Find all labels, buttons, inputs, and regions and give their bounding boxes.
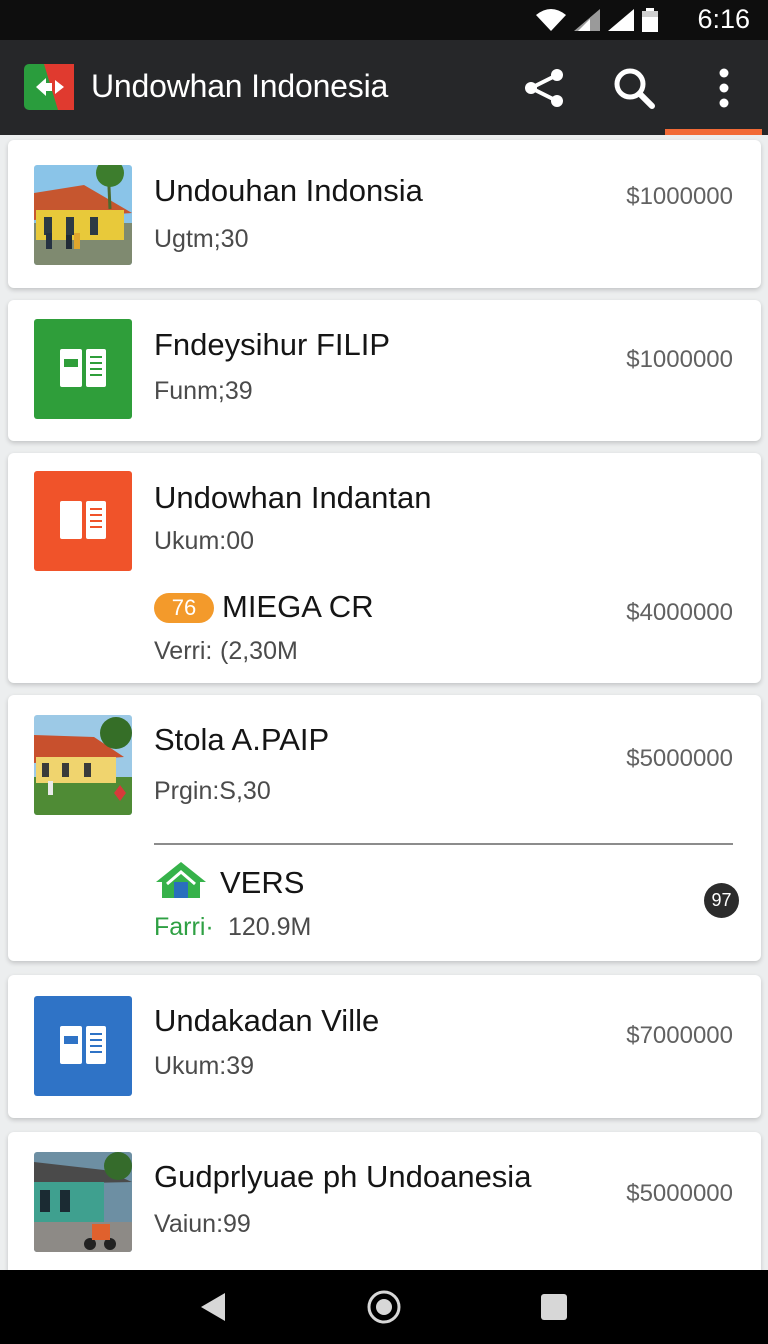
list-item[interactable]: Undowhan Indantan Ukum:00 76 MIEGA CR Ve… <box>8 453 761 683</box>
sub-item-value: (2,30M <box>220 637 298 665</box>
status-time: 6:16 <box>697 4 750 34</box>
sub-item-label: Farri· <box>154 913 214 941</box>
item-title: Undowhan Indantan <box>154 480 432 515</box>
item-subtitle: Ukum:00 <box>154 527 255 555</box>
item-thumbnail <box>34 715 132 815</box>
item-price: $5000000 <box>626 1180 733 1207</box>
home-icon <box>367 1290 401 1324</box>
recents-icon <box>541 1294 567 1320</box>
overflow-menu-button[interactable] <box>698 62 750 114</box>
back-button[interactable] <box>194 1289 230 1325</box>
list-item[interactable]: Fndeysihur FILIP Funm;39 $​1000000 <box>8 300 761 441</box>
overflow-menu-icon <box>719 68 729 108</box>
back-icon <box>201 1293 225 1321</box>
sub-item-label: Verri: <box>154 637 213 665</box>
list-item[interactable]: Undouhan Indonsia Ugtm;30 $​1000000 <box>8 140 761 288</box>
status-icons <box>536 8 658 32</box>
navigation-bar <box>0 1270 768 1344</box>
divider <box>154 843 733 845</box>
home-green-icon <box>156 862 206 898</box>
orange-document-icon <box>34 471 132 571</box>
signal-icon <box>608 9 634 31</box>
item-title: Stola A.PAIP <box>154 722 330 757</box>
item-subtitle: Funm;39 <box>154 377 253 405</box>
sub-item-value: 120.9M <box>228 913 312 941</box>
item-subtitle: Ugtm;30 <box>154 225 249 253</box>
status-bar: 6:16 <box>0 0 768 40</box>
item-subtitle: Prgin:S,30 <box>154 777 271 805</box>
sub-item-name: VERS <box>220 865 305 900</box>
search-button[interactable] <box>608 62 660 114</box>
item-thumbnail <box>34 1152 132 1252</box>
share-icon <box>525 69 563 107</box>
item-subtitle: Vaiun:99 <box>154 1210 251 1238</box>
item-thumbnail <box>34 165 132 265</box>
item-title: Undakadan Ville <box>154 1003 380 1038</box>
green-document-icon <box>34 319 132 419</box>
search-icon <box>614 68 655 109</box>
item-price: $​1000000 <box>626 346 733 373</box>
signal-icon <box>574 9 600 31</box>
list-item[interactable]: Gudprlyuae ph Undoanesia Vaiun:99 $50000… <box>8 1132 761 1280</box>
item-subtitle: Ukum:39 <box>154 1052 255 1080</box>
item-price: $4000000 <box>626 599 733 626</box>
wifi-icon <box>536 9 566 31</box>
item-price: $7000000 <box>626 1022 733 1049</box>
home-button[interactable] <box>366 1289 402 1325</box>
battery-icon <box>642 8 658 32</box>
tab-indicator <box>665 129 762 135</box>
count-badge: 97 <box>704 883 739 918</box>
item-title: Undouhan Indonsia <box>154 173 423 208</box>
item-title: Gudprlyuae ph Undoanesia <box>154 1159 532 1194</box>
share-button[interactable] <box>518 62 570 114</box>
item-title: Fndeysihur FILIP <box>154 327 391 362</box>
sub-item-name: MIEGA CR <box>222 589 374 624</box>
blue-document-icon <box>34 996 132 1096</box>
item-price: $​1000000 <box>626 183 733 210</box>
list-item[interactable]: Undakadan Ville Ukum:39 $7000000 <box>8 975 761 1118</box>
recents-button[interactable] <box>536 1289 572 1325</box>
app-title: Undowhan Indonesia <box>91 68 389 104</box>
item-price: $5000000 <box>626 745 733 772</box>
rating-badge: 76 <box>154 593 214 623</box>
app-bar: Undowhan Indonesia <box>0 40 768 135</box>
list-item[interactable]: Stola A.PAIP Prgin:S,30 $5000000 VERS Fa… <box>8 695 761 961</box>
app-logo-icon <box>24 64 74 110</box>
